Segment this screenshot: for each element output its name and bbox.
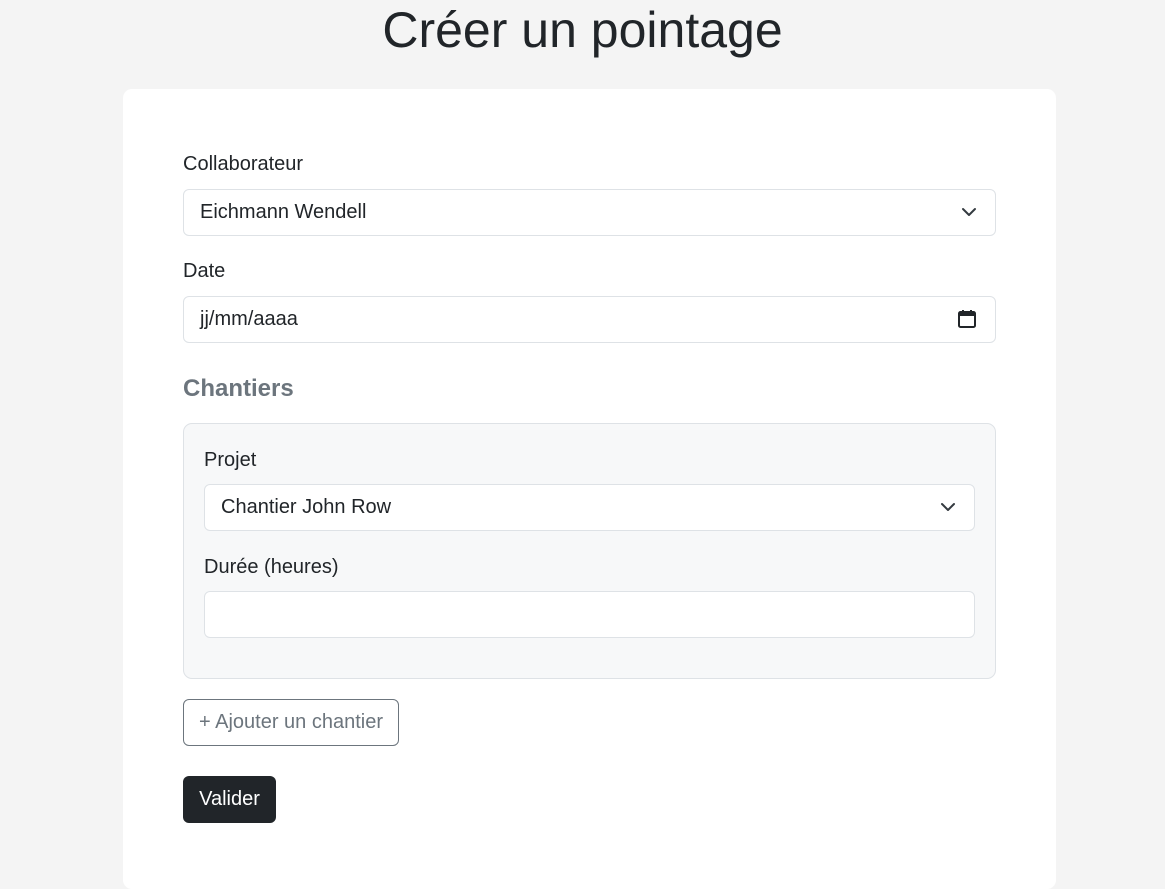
projet-select[interactable]: Chantier John Row: [204, 484, 975, 531]
projet-label: Projet: [204, 449, 257, 471]
collaborateur-value: Eichmann Wendell: [200, 201, 367, 223]
chevron-down-icon: [962, 208, 976, 216]
chantier-block: Projet Chantier John Row Durée (heures): [183, 423, 996, 679]
form-card: Collaborateur Eichmann Wendell Date jj/m…: [123, 89, 1056, 889]
duree-label: Durée (heures): [204, 556, 339, 578]
submit-button[interactable]: Valider: [183, 776, 276, 823]
chantiers-heading: Chantiers: [183, 375, 294, 402]
date-input[interactable]: jj/mm/aaaa: [183, 296, 996, 343]
page-title: Créer un pointage: [382, 2, 783, 58]
collaborateur-select[interactable]: Eichmann Wendell: [183, 189, 996, 236]
duree-input[interactable]: [204, 591, 975, 638]
date-placeholder: jj/mm/aaaa: [200, 308, 298, 330]
chevron-down-icon: [941, 503, 955, 511]
collaborateur-label: Collaborateur: [183, 153, 304, 175]
projet-value: Chantier John Row: [221, 496, 392, 518]
calendar-icon[interactable]: [957, 309, 977, 329]
date-label: Date: [183, 260, 226, 282]
add-chantier-button[interactable]: + Ajouter un chantier: [183, 699, 399, 746]
